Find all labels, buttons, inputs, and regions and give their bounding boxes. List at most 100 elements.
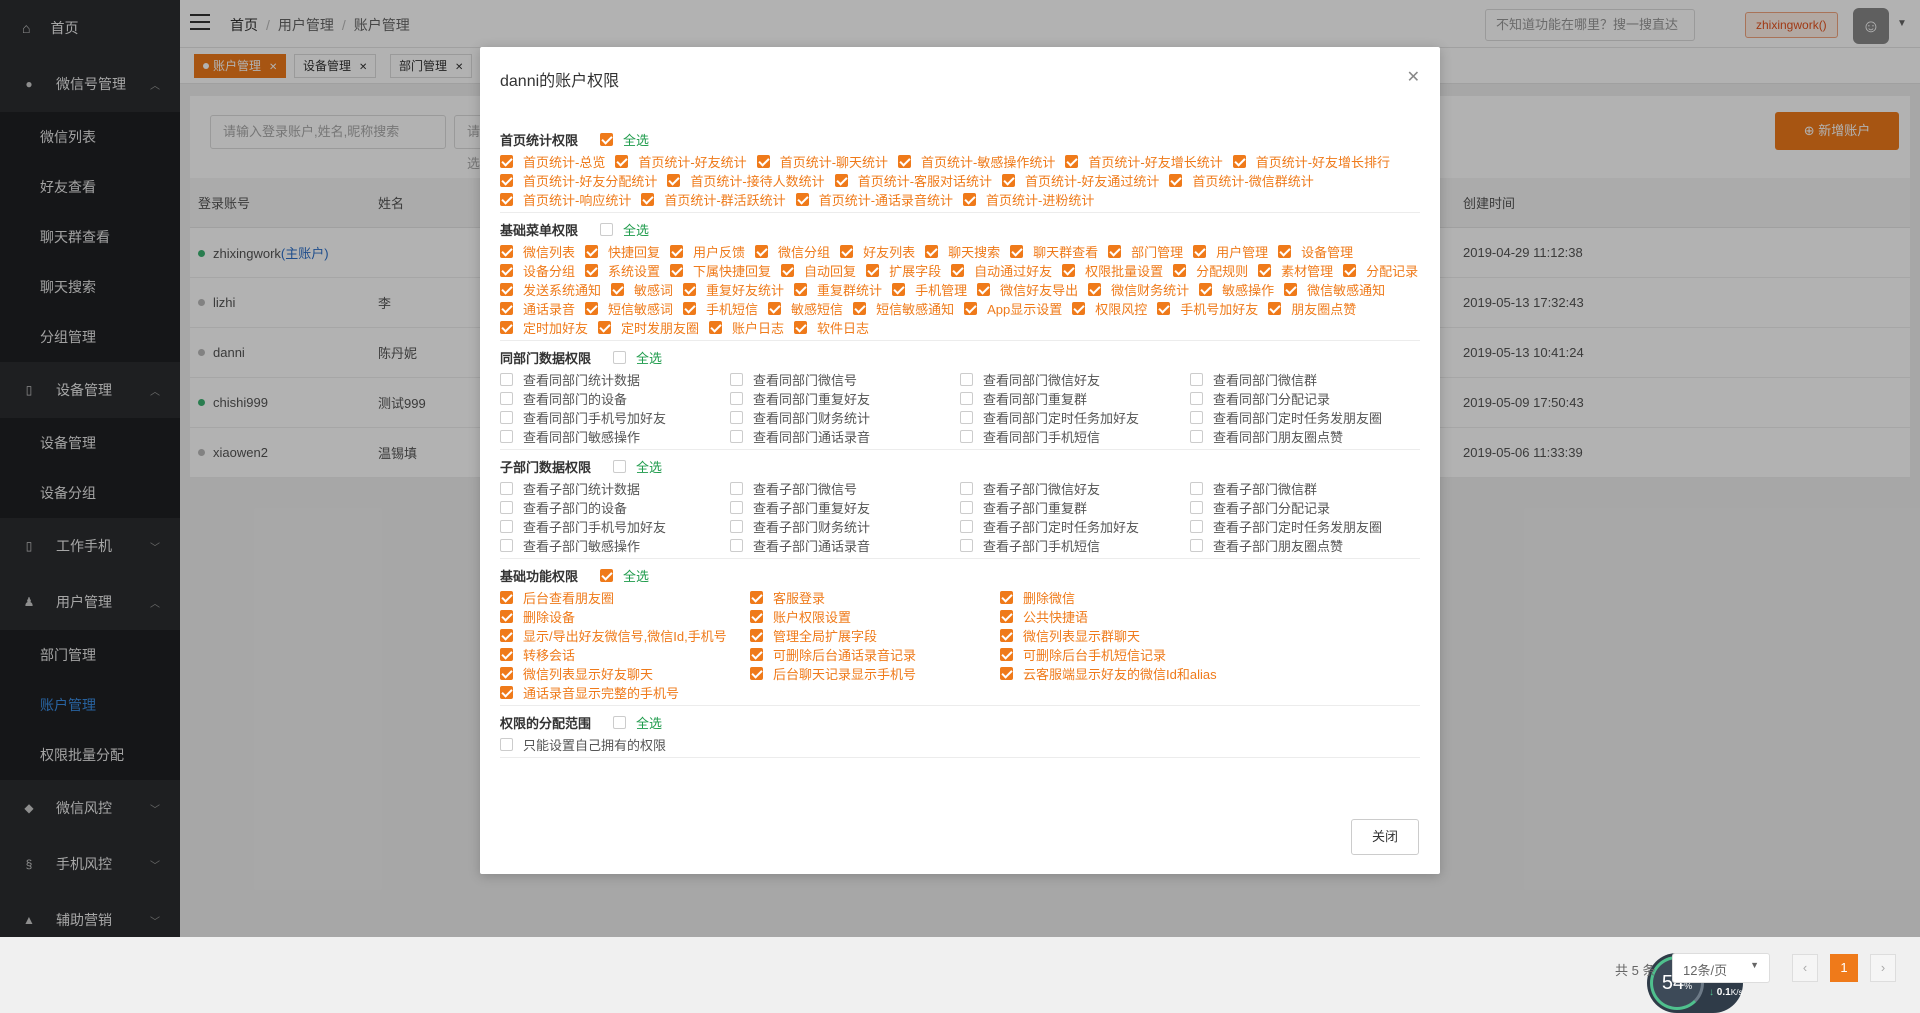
permission-checkbox[interactable] [585, 302, 599, 315]
permission-checkbox[interactable] [611, 283, 625, 296]
permission-item[interactable]: 系统设置 [585, 261, 660, 280]
permission-checkbox[interactable] [1190, 430, 1203, 443]
permission-item[interactable]: 首页统计-好友增长排行 [1232, 152, 1390, 171]
permission-checkbox[interactable] [500, 629, 513, 642]
permission-checkbox[interactable] [960, 482, 973, 495]
permission-checkbox[interactable] [781, 264, 795, 277]
page-size-select[interactable]: 12条/页 ▼ [1672, 953, 1770, 983]
permission-item[interactable]: 查看同部门财务统计 [730, 408, 960, 427]
permission-item[interactable]: 后台聊天记录显示手机号 [750, 664, 1000, 683]
permission-checkbox[interactable] [750, 591, 763, 604]
permission-checkbox[interactable] [1157, 302, 1171, 315]
permission-checkbox[interactable] [960, 373, 973, 386]
permission-checkbox[interactable] [500, 610, 513, 623]
permission-checkbox[interactable] [730, 411, 743, 424]
permission-item[interactable]: 查看子部门微信群 [1190, 479, 1420, 498]
permission-item[interactable]: 微信列表显示好友聊天 [500, 664, 750, 683]
permission-checkbox[interactable] [1190, 520, 1203, 533]
permission-checkbox[interactable] [500, 283, 513, 296]
permission-item[interactable]: 查看同部门重复群 [960, 389, 1190, 408]
select-all-checkbox[interactable] [600, 132, 614, 146]
permission-item[interactable]: 敏感短信 [768, 299, 843, 318]
permission-checkbox[interactable] [500, 155, 513, 168]
permission-checkbox[interactable] [960, 501, 973, 514]
permission-checkbox[interactable] [1190, 501, 1203, 514]
permission-item[interactable]: 查看子部门朋友圈点赞 [1190, 536, 1420, 555]
permission-checkbox[interactable] [667, 174, 681, 187]
permission-checkbox[interactable] [709, 321, 723, 334]
permission-checkbox[interactable] [730, 392, 743, 405]
permission-checkbox[interactable] [951, 264, 965, 277]
permission-item[interactable]: 查看子部门手机短信 [960, 536, 1190, 555]
permission-item[interactable]: 查看同部门微信好友 [960, 370, 1190, 389]
permission-checkbox[interactable] [960, 520, 973, 533]
permission-checkbox[interactable] [1000, 629, 1013, 642]
permission-item[interactable]: 下属快捷回复 [670, 261, 771, 280]
permission-item[interactable]: 查看子部门重复群 [960, 498, 1190, 517]
permission-checkbox[interactable] [1343, 264, 1357, 277]
permission-checkbox[interactable] [834, 174, 848, 187]
permission-item[interactable]: 账户日志 [709, 318, 784, 337]
permission-item[interactable]: 查看子部门敏感操作 [500, 536, 730, 555]
permission-checkbox[interactable] [1284, 283, 1298, 296]
permission-checkbox[interactable] [1190, 482, 1203, 495]
permission-item[interactable]: 自动通过好友 [951, 261, 1052, 280]
permission-checkbox[interactable] [500, 321, 513, 334]
permission-item[interactable]: 通话录音 [500, 299, 575, 318]
permission-item[interactable]: 首页统计-好友分配统计 [500, 171, 657, 190]
permission-item[interactable]: 首页统计-通话录音统计 [795, 190, 953, 209]
permission-checkbox[interactable] [866, 264, 880, 277]
permission-item[interactable]: 设备管理 [1278, 242, 1353, 261]
permission-item[interactable]: 查看子部门重复好友 [730, 498, 960, 517]
permission-checkbox[interactable] [1000, 610, 1013, 623]
permission-checkbox[interactable] [500, 520, 513, 533]
permission-checkbox[interactable] [750, 629, 763, 642]
permission-checkbox[interactable] [500, 738, 513, 751]
select-all-label[interactable]: 全选 [623, 220, 649, 239]
select-all-checkbox[interactable] [600, 568, 614, 582]
permission-checkbox[interactable] [683, 302, 697, 315]
permission-checkbox[interactable] [1278, 245, 1292, 258]
permission-item[interactable]: 微信好友导出 [977, 280, 1078, 299]
permission-checkbox[interactable] [1173, 264, 1187, 277]
permission-item[interactable]: 微信分组 [755, 242, 830, 261]
permission-item[interactable]: 转移会话 [500, 645, 750, 664]
permission-item[interactable]: 首页统计-好友通过统计 [1002, 171, 1159, 190]
permission-item[interactable]: 短信敏感通知 [853, 299, 954, 318]
permission-checkbox[interactable] [1232, 155, 1246, 168]
permission-checkbox[interactable] [670, 245, 684, 258]
permission-checkbox[interactable] [1002, 174, 1016, 187]
permission-checkbox[interactable] [1169, 174, 1183, 187]
close-icon[interactable]: ✕ [1407, 67, 1420, 87]
permission-item[interactable]: 短信敏感词 [585, 299, 673, 318]
permission-item[interactable]: 查看子部门手机号加好友 [500, 517, 730, 536]
permission-item[interactable]: 可删除后台通话录音记录 [750, 645, 1000, 664]
permission-checkbox[interactable] [585, 245, 599, 258]
permission-checkbox[interactable] [730, 520, 743, 533]
select-all-checkbox[interactable] [600, 222, 614, 236]
permission-item[interactable]: 查看同部门微信号 [730, 370, 960, 389]
permission-item[interactable]: 重复好友统计 [683, 280, 784, 299]
permission-item[interactable]: 敏感词 [611, 280, 673, 299]
permission-item[interactable]: 部门管理 [1108, 242, 1183, 261]
permission-checkbox[interactable] [615, 155, 629, 168]
permission-item[interactable]: 朋友圈点赞 [1268, 299, 1356, 318]
permission-checkbox[interactable] [794, 321, 808, 334]
permission-item[interactable]: 查看同部门朋友圈点赞 [1190, 427, 1420, 446]
permission-item[interactable]: 设备分组 [500, 261, 575, 280]
permission-item[interactable]: 查看子部门定时任务发朋友圈 [1190, 517, 1420, 536]
permission-item[interactable]: 首页统计-聊天统计 [756, 152, 888, 171]
permission-item[interactable]: 好友列表 [840, 242, 915, 261]
permission-checkbox[interactable] [1258, 264, 1272, 277]
permission-checkbox[interactable] [795, 193, 809, 206]
permission-item[interactable]: 云客服端显示好友的微信Id和alias [1000, 664, 1250, 683]
permission-item[interactable]: 查看子部门微信号 [730, 479, 960, 498]
permission-item[interactable]: 发送系统通知 [500, 280, 601, 299]
permission-item[interactable]: 扩展字段 [866, 261, 941, 280]
permission-checkbox[interactable] [585, 264, 599, 277]
permission-checkbox[interactable] [1268, 302, 1282, 315]
permission-checkbox[interactable] [500, 264, 513, 277]
close-button[interactable]: 关闭 [1351, 819, 1419, 855]
permission-checkbox[interactable] [1010, 245, 1024, 258]
permission-checkbox[interactable] [960, 392, 973, 405]
